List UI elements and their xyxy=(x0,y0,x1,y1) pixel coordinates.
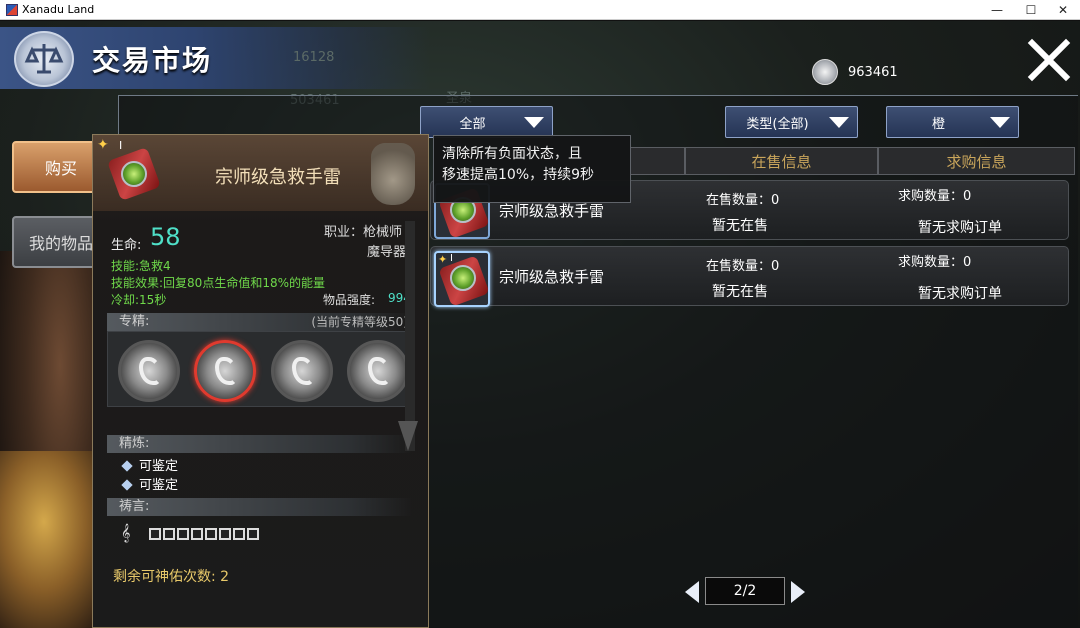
item-rank: I xyxy=(450,253,453,264)
currency-amount: 963461 xyxy=(848,64,898,80)
scales-icon xyxy=(14,31,74,87)
rune-slot xyxy=(177,528,189,540)
list-item[interactable]: ✦ I 宗师级急救手雷 在售数量：0 暂无在售 求购数量：0 暂无求购订单 xyxy=(430,246,1069,307)
item-name: 宗师级急救手雷 xyxy=(499,202,605,220)
item-detail-panel: ✦ I 宗师级急救手雷 生命: 58 职业：枪械师 魔导器 技能:急救4 技能效… xyxy=(92,134,429,628)
mastery-skill-1[interactable] xyxy=(118,340,180,402)
strength-label: 物品强度: xyxy=(323,293,376,307)
pagination: 2/2 xyxy=(685,577,805,607)
request-count: 求购数量：0 xyxy=(898,255,972,270)
skill-name: 技能:急救4 xyxy=(111,259,171,273)
prev-page-icon[interactable] xyxy=(685,581,699,603)
column-header-sale: 在售信息 xyxy=(685,147,878,175)
category-dropdown[interactable]: 全部 xyxy=(420,106,553,138)
close-icon xyxy=(1027,38,1071,82)
refine-item-label: 可鉴定 xyxy=(139,478,179,493)
mastery-label: 专精: xyxy=(119,314,150,329)
skill-effect: 技能效果:回复80点生命值和18%的能量 xyxy=(111,276,325,290)
star-icon: ✦ xyxy=(438,253,448,266)
maximize-button[interactable]: ☐ xyxy=(1014,0,1048,20)
item-name: 宗师级急救手雷 xyxy=(499,268,605,286)
mastery-skills xyxy=(107,331,412,407)
mastery-section: 专精: (当前专精等级50) xyxy=(107,313,412,331)
music-note-icon: 𝄞 xyxy=(121,523,131,542)
chevron-down-icon xyxy=(990,116,1010,128)
subclass-label: 魔导器 xyxy=(367,245,407,260)
on-sale-count: 在售数量：0 xyxy=(706,193,780,208)
rune-slot xyxy=(247,528,259,540)
prayer-section: 祷言: xyxy=(107,498,412,516)
category-dropdown-label: 全部 xyxy=(459,116,486,132)
request-count: 求购数量：0 xyxy=(898,189,972,204)
request-status: 暂无求购订单 xyxy=(918,286,1002,302)
page-title: 交易市场 xyxy=(92,44,213,77)
bg-counter: 16128 xyxy=(293,50,335,65)
window-title: Xanadu Land xyxy=(22,3,95,16)
hp-label: 生命: xyxy=(111,238,142,253)
refine-item: 可鉴定 xyxy=(121,455,179,474)
rune-slot xyxy=(233,528,245,540)
detail-header: ✦ I 宗师级急救手雷 xyxy=(93,135,428,211)
refine-item: 可鉴定 xyxy=(121,474,179,493)
class-label: 职业：枪械师 xyxy=(324,225,403,240)
grenade-icon xyxy=(450,265,476,291)
item-name: 宗师级急救手雷 xyxy=(215,167,341,188)
wave-rune-icon xyxy=(215,357,237,385)
mastery-skill-4[interactable] xyxy=(347,340,409,402)
on-sale-count: 在售数量：0 xyxy=(706,259,780,274)
detail-scrollbar[interactable] xyxy=(405,221,415,451)
minimize-button[interactable]: — xyxy=(980,0,1014,20)
window-titlebar: Xanadu Land — ☐ ✕ xyxy=(0,0,1080,20)
rarity-dropdown-label: 橙 xyxy=(931,116,945,132)
blessings-left: 剩余可神佑次数: 2 xyxy=(113,569,230,585)
star-icon: ✦ xyxy=(97,137,109,153)
mastery-skill-2[interactable] xyxy=(194,340,256,402)
skill-tooltip: 清除所有负面状态，且 移速提高10%，持续9秒 xyxy=(433,135,631,203)
item-rank: I xyxy=(119,139,123,152)
market-header: 交易市场 xyxy=(0,27,430,89)
on-sale-status: 暂无在售 xyxy=(712,218,768,234)
rarity-dropdown[interactable]: 橙 xyxy=(886,106,1019,138)
grenade-silhouette-icon xyxy=(371,143,415,205)
chevron-down-icon xyxy=(524,116,544,128)
app-icon xyxy=(6,3,18,16)
silver-coin-icon xyxy=(812,59,838,85)
chevron-down-icon xyxy=(829,116,849,128)
refine-item-label: 可鉴定 xyxy=(139,459,179,474)
hp-value: 58 xyxy=(150,223,181,251)
on-sale-status: 暂无在售 xyxy=(712,284,768,300)
rune-slot xyxy=(149,528,161,540)
refine-section: 精炼: xyxy=(107,435,412,453)
close-window-button[interactable]: ✕ xyxy=(1046,0,1080,20)
rune-slot xyxy=(191,528,203,540)
tooltip-line: 清除所有负面状态，且 xyxy=(442,146,582,162)
page-indicator: 2/2 xyxy=(705,577,785,605)
rune-slot xyxy=(205,528,217,540)
tooltip-line: 移速提高10%，持续9秒 xyxy=(442,167,595,183)
grenade-icon xyxy=(121,161,147,187)
mastery-skill-3[interactable] xyxy=(271,340,333,402)
prayer-runes xyxy=(149,528,259,540)
column-header-request: 求购信息 xyxy=(878,147,1075,175)
slash-rune-icon xyxy=(368,357,390,385)
cooldown: 冷却:15秒 xyxy=(111,293,167,307)
rune-slot xyxy=(163,528,175,540)
item-icon-box: ✦ I xyxy=(434,251,490,307)
diamond-bullet-icon xyxy=(121,479,133,491)
currency-display: 963461 xyxy=(800,58,930,86)
type-dropdown-label: 类型(全部) xyxy=(746,116,809,132)
close-market-button[interactable] xyxy=(1026,37,1072,83)
next-page-icon[interactable] xyxy=(791,581,805,603)
diamond-bullet-icon xyxy=(121,460,133,472)
feather-rune-icon xyxy=(292,357,314,385)
mastery-level: (当前专精等级50) xyxy=(311,315,408,329)
request-status: 暂无求购订单 xyxy=(918,220,1002,236)
wind-rune-icon xyxy=(139,357,161,385)
game-viewport: 交易市场 16128 503461 圣泉 963461 购买 我的物品 全部 类… xyxy=(0,21,1080,628)
item-icon xyxy=(101,143,163,205)
column-header-item xyxy=(630,147,685,175)
type-dropdown[interactable]: 类型(全部) xyxy=(725,106,858,138)
rune-slot xyxy=(219,528,231,540)
